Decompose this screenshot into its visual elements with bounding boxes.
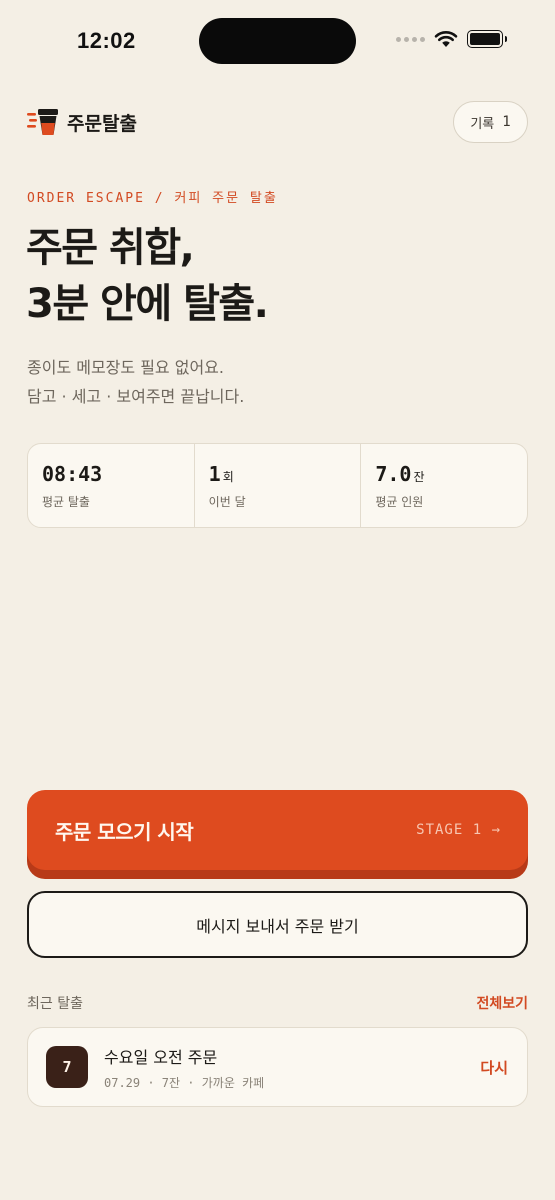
- recent-order-name: 수요일 오전 주문: [104, 1047, 218, 1067]
- stat-label: 평균 탈출: [42, 495, 90, 509]
- recent-section-title: 최근 탈출: [27, 996, 83, 1012]
- cta-stage: STAGE 1 →: [416, 822, 501, 838]
- app-screen: 12:02 주문탈출 기록 1 ORDER ESCAPE / 커피 주문 탈출 …: [0, 0, 555, 1200]
- subtitle-line-1: 종이도 메모장도 필요 없어요.: [27, 358, 224, 377]
- title-line-2: 3분 안에 탈출.: [26, 281, 269, 327]
- stat-value: 7.0: [375, 462, 412, 486]
- dynamic-island: [199, 18, 356, 64]
- recent-order-meta: 07.29 · 7잔 · 가까운 카페: [104, 1075, 265, 1090]
- coffee-cup-logo-icon: [27, 109, 58, 135]
- stat-label: 평균 인원: [375, 495, 424, 509]
- wifi-icon: [434, 31, 458, 47]
- eyebrow-text: ORDER ESCAPE / 커피 주문 탈출: [27, 191, 278, 206]
- order-count-badge: 7: [46, 1046, 88, 1088]
- brand-logo[interactable]: 주문탈출: [27, 108, 137, 136]
- history-label: 기록: [470, 116, 495, 132]
- list-item[interactable]: 7 수요일 오전 주문 07.29 · 7잔 · 가까운 카페 다시: [27, 1027, 528, 1107]
- stat-unit: 잔: [413, 470, 425, 484]
- cellular-signal-icon: [396, 36, 425, 42]
- subtitle-line-2: 담고 · 세고 · 보여주면 끝납니다.: [27, 387, 245, 406]
- page-title: 주문 취합, 3분 안에 탈출.: [26, 220, 269, 332]
- message-order-button[interactable]: 메시지 보내서 주문 받기: [27, 891, 528, 958]
- stat-unit: 회: [222, 470, 234, 484]
- brand-name: 주문탈출: [67, 112, 137, 135]
- recent-info: 수요일 오전 주문 07.29 · 7잔 · 가까운 카페: [104, 1044, 480, 1091]
- cta-label: 주문 모으기 시작: [55, 819, 194, 844]
- repeat-order-button[interactable]: 다시: [480, 1057, 508, 1078]
- history-count: 1: [502, 114, 511, 130]
- stat-label: 이번 달: [208, 495, 246, 509]
- stat-average-people: 7.0 잔 평균 인원: [361, 444, 527, 527]
- stat-value: 08:43: [42, 462, 103, 486]
- stat-average-escape: 08:43 평균 탈출: [28, 444, 195, 527]
- history-button[interactable]: 기록 1: [453, 101, 528, 143]
- see-all-link[interactable]: 전체보기: [476, 993, 528, 1013]
- stat-this-month: 1회 이번 달: [195, 444, 362, 527]
- status-icons: [396, 30, 507, 48]
- battery-icon: [467, 30, 507, 48]
- title-line-1: 주문 취합,: [26, 225, 195, 271]
- status-time: 12:02: [77, 28, 136, 53]
- stat-value: 1: [208, 462, 221, 486]
- subtitle: 종이도 메모장도 필요 없어요. 담고 · 세고 · 보여주면 끝납니다.: [27, 353, 244, 411]
- stats-card: 08:43 평균 탈출 1회 이번 달 7.0 잔 평균 인원: [27, 443, 528, 528]
- start-collecting-button[interactable]: 주문 모으기 시작 STAGE 1 →: [27, 790, 528, 870]
